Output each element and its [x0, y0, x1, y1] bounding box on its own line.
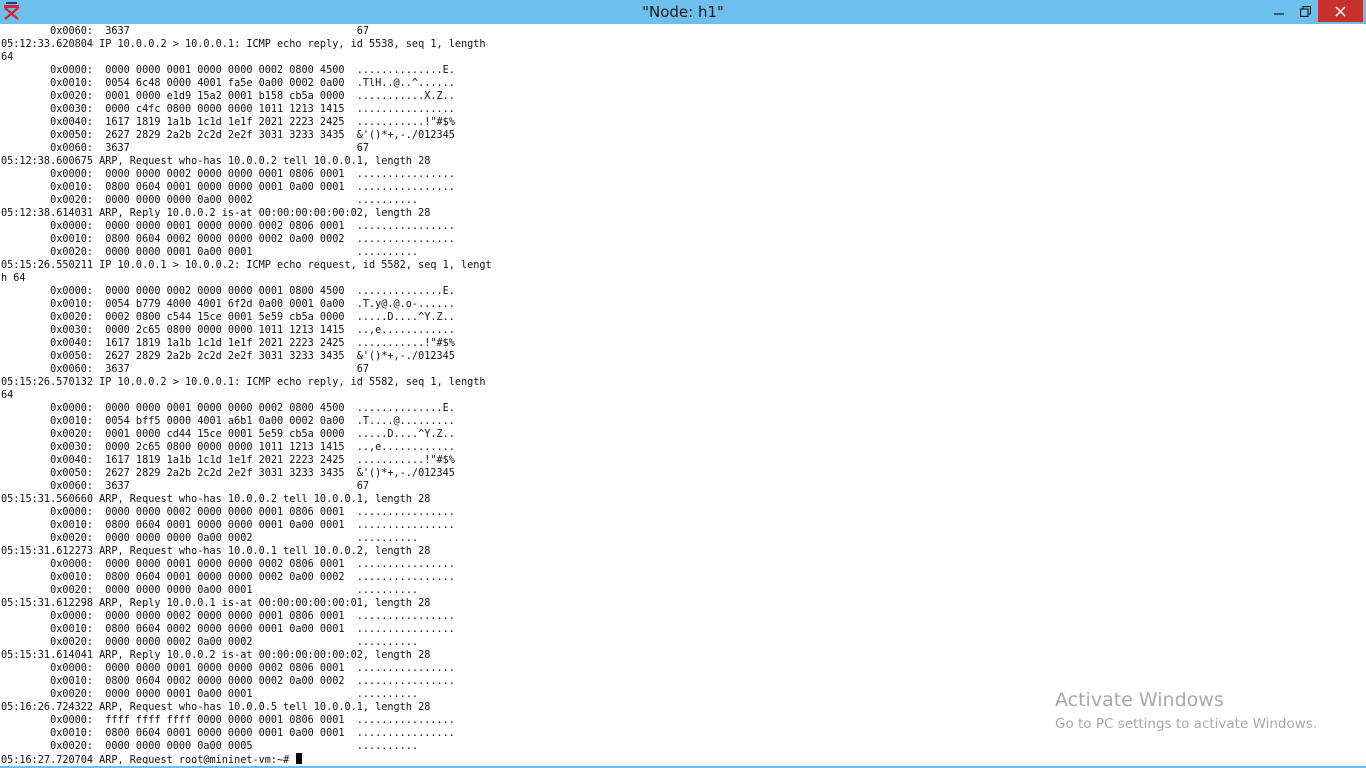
terminal-line: 0x0000: 0000 0000 0002 0000 0000 0001 08… [1, 286, 455, 297]
terminal-line: 0x0000: 0000 0000 0001 0000 0000 0002 08… [1, 559, 455, 570]
terminal-line: 0x0020: 0000 0000 0001 0a00 0001 .......… [1, 689, 419, 700]
activate-windows-watermark: Activate Windows Go to PC settings to ac… [1055, 689, 1317, 734]
terminal-line: 0x0010: 0800 0604 0001 0000 0000 0001 0a… [1, 728, 455, 739]
terminal-line: 0x0000: 0000 0000 0002 0000 0000 0001 08… [1, 169, 455, 180]
terminal-line: 0x0010: 0800 0604 0001 0000 0000 0001 0a… [1, 520, 455, 531]
terminal-line: 0x0010: 0054 b779 4000 4001 6f2d 0a00 00… [1, 299, 455, 310]
terminal-line: 0x0010: 0800 0604 0002 0000 0000 0002 0a… [1, 234, 455, 245]
terminal-line: 05:16:26.724322 ARP, Request who-has 10.… [1, 702, 431, 713]
title-bar[interactable]: "Node: h1" [0, 0, 1366, 24]
terminal-line: 05:15:26.550211 IP 10.0.0.1 > 10.0.0.2: … [1, 260, 492, 271]
terminal-line: 64 [1, 390, 14, 401]
terminal-line: 0x0010: 0054 bff5 0000 4001 a6b1 0a00 00… [1, 416, 455, 427]
terminal-line: 0x0020: 0000 0000 0000 0a00 0002 .......… [1, 533, 419, 544]
terminal-line: 0x0000: 0000 0000 0001 0000 0000 0002 08… [1, 65, 455, 76]
terminal-line: 05:12:33.620804 IP 10.0.0.2 > 10.0.0.1: … [1, 39, 486, 50]
terminal-line: 0x0020: 0001 0000 cd44 15ce 0001 5e59 cb… [1, 429, 455, 440]
terminal-line: 0x0050: 2627 2829 2a2b 2c2d 2e2f 3031 32… [1, 351, 455, 362]
terminal-line: 0x0000: 0000 0000 0001 0000 0000 0002 08… [1, 221, 455, 232]
terminal-line: 0x0020: 0000 0000 0001 0a00 0001 .......… [1, 247, 419, 258]
terminal-line: 0x0050: 2627 2829 2a2b 2c2d 2e2f 3031 32… [1, 468, 455, 479]
terminal-line: 05:12:38.600675 ARP, Request who-has 10.… [1, 156, 431, 167]
terminal-line: 05:15:31.614041 ARP, Reply 10.0.0.2 is-a… [1, 650, 431, 661]
terminal-prompt-line[interactable]: 05:16:27.720704 ARP, Request root@minine… [1, 753, 303, 764]
terminal-line: 0x0000: 0000 0000 0001 0000 0000 0002 08… [1, 403, 455, 414]
terminal-line: 0x0010: 0800 0604 0002 0000 0000 0002 0a… [1, 676, 455, 687]
terminal-line: 0x0000: ffff ffff ffff 0000 0000 0001 08… [1, 715, 455, 726]
terminal-line: 0x0030: 0000 2c65 0800 0000 0000 1011 12… [1, 325, 455, 336]
terminal-line: h 64 [1, 273, 26, 284]
terminal-line: 64 [1, 52, 14, 63]
terminal-line: 05:15:31.612298 ARP, Reply 10.0.0.1 is-a… [1, 598, 431, 609]
terminal-line: 05:15:31.560660 ARP, Request who-has 10.… [1, 494, 431, 505]
restore-icon [1299, 5, 1311, 17]
terminal-line: 0x0030: 0000 c4fc 0800 0000 0000 1011 12… [1, 104, 455, 115]
terminal-line: 0x0020: 0000 0000 0000 0a00 0002 .......… [1, 195, 419, 206]
window-title: "Node: h1" [642, 3, 724, 21]
terminal-line: 0x0020: 0001 0000 e1d9 15a2 0001 b158 cb… [1, 91, 455, 102]
terminal-line: 05:15:31.612273 ARP, Request who-has 10.… [1, 546, 431, 557]
terminal-line: 0x0020: 0002 0800 c544 15ce 0001 5e59 cb… [1, 312, 455, 323]
terminal-line: 0x0010: 0800 0604 0002 0000 0000 0001 0a… [1, 624, 455, 635]
terminal-line: 0x0000: 0000 0000 0001 0000 0000 0002 08… [1, 663, 455, 674]
terminal-window: "Node: h1" 0x0060: 3637 67 05:12:33.62080 [0, 0, 1366, 768]
terminal-line: 0x0010: 0054 6c48 0000 4001 fa5e 0a00 00… [1, 78, 455, 89]
terminal-line: 0x0060: 3637 67 [1, 481, 370, 492]
terminal-line: 0x0030: 0000 2c65 0800 0000 0000 1011 12… [1, 442, 455, 453]
terminal-line: 0x0020: 0000 0000 0000 0a00 0001 .......… [1, 585, 419, 596]
terminal-line: 0x0020: 0000 0000 0000 0a00 0005 .......… [1, 741, 419, 752]
terminal-line: 0x0020: 0000 0000 0002 0a00 0002 .......… [1, 637, 419, 648]
text-cursor [296, 753, 303, 764]
close-button[interactable] [1318, 0, 1363, 22]
minimize-icon [1274, 13, 1284, 15]
terminal-line: 05:15:26.570132 IP 10.0.0.2 > 10.0.0.1: … [1, 377, 486, 388]
terminal-line: 0x0040: 1617 1819 1a1b 1c1d 1e1f 2021 22… [1, 455, 455, 466]
terminal-line: 0x0010: 0800 0604 0001 0000 0000 0002 0a… [1, 572, 455, 583]
terminal-line: 0x0000: 0000 0000 0002 0000 0000 0001 08… [1, 611, 455, 622]
minimize-button[interactable] [1266, 0, 1292, 22]
terminal-line: 0x0050: 2627 2829 2a2b 2c2d 2e2f 3031 32… [1, 130, 455, 141]
watermark-title: Activate Windows [1055, 689, 1224, 711]
terminal-output[interactable]: 0x0060: 3637 67 05:12:33.620804 IP 10.0.0… [0, 24, 1366, 764]
terminal-line: 05:12:38.614031 ARP, Reply 10.0.0.2 is-a… [1, 208, 431, 219]
terminal-line: 0x0040: 1617 1819 1a1b 1c1d 1e1f 2021 22… [1, 338, 455, 349]
restore-button[interactable] [1292, 0, 1318, 22]
terminal-line: 0x0060: 3637 67 [1, 364, 370, 375]
terminal-line: 0x0040: 1617 1819 1a1b 1c1d 1e1f 2021 22… [1, 117, 455, 128]
terminal-line: 0x0060: 3637 67 [1, 143, 370, 154]
terminal-line: 0x0010: 0800 0604 0001 0000 0000 0001 0a… [1, 182, 455, 193]
prompt-text: 05:16:27.720704 ARP, Request root@minine… [1, 755, 296, 764]
close-icon [1335, 5, 1346, 17]
terminal-line: 0x0000: 0000 0000 0002 0000 0000 0001 08… [1, 507, 455, 518]
watermark-subtitle: Go to PC settings to activate Windows. [1055, 716, 1318, 732]
terminal-line: 0x0060: 3637 67 [1, 26, 370, 37]
